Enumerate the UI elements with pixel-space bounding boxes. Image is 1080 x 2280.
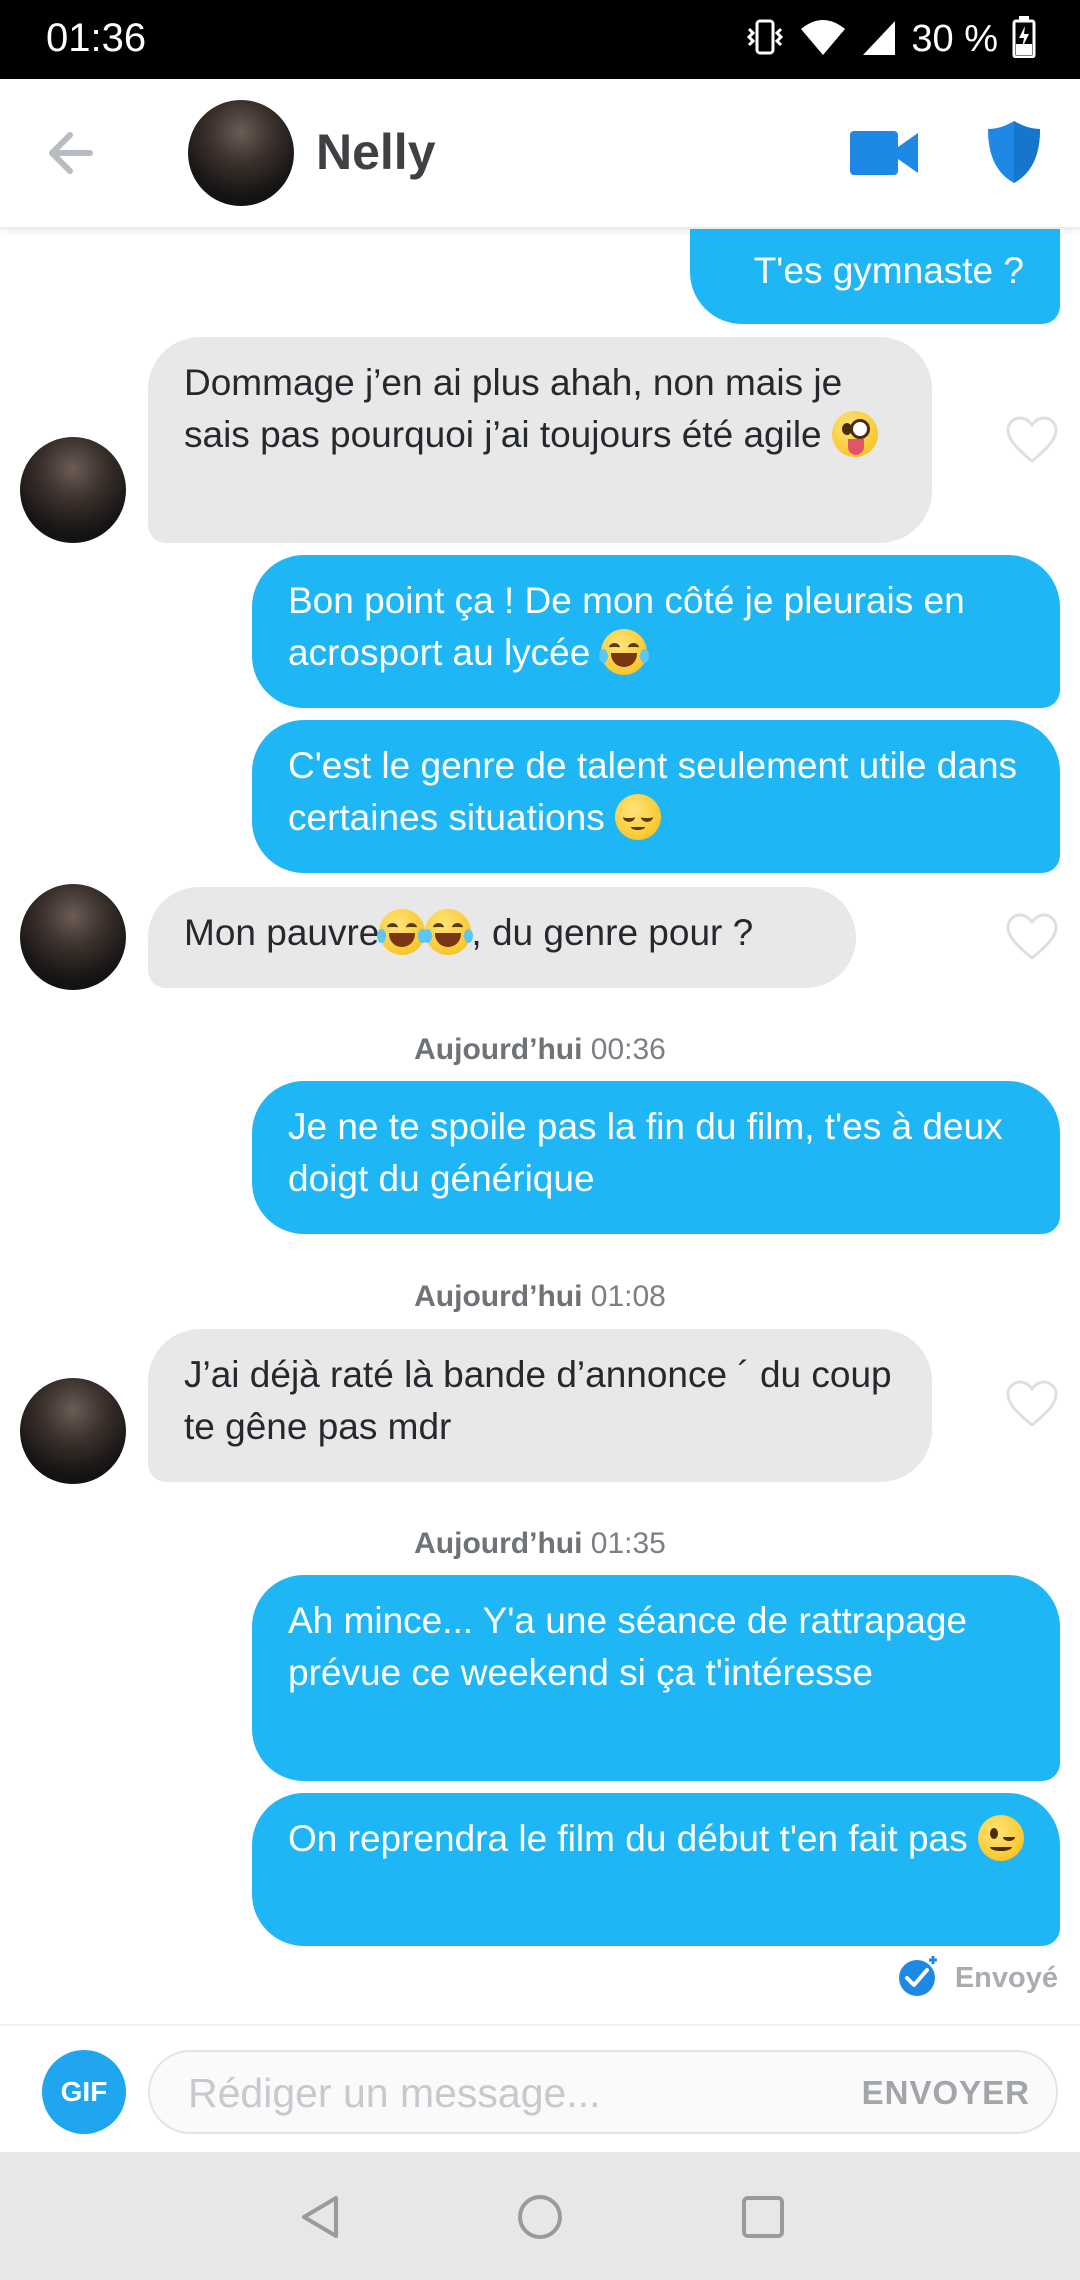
timestamp-divider: Aujourd’hui 00:36 bbox=[0, 1033, 1080, 1067]
timestamp-divider: Aujourd’hui 01:35 bbox=[0, 1527, 1080, 1561]
contact-avatar-small[interactable] bbox=[20, 1378, 126, 1484]
safety-shield-button[interactable] bbox=[986, 119, 1042, 185]
sent-label: Envoyé bbox=[954, 1962, 1058, 1994]
circle-home-icon bbox=[518, 2195, 562, 2239]
timestamp-day: Aujourd’hui bbox=[414, 1033, 583, 1066]
contact-avatar-small[interactable] bbox=[20, 437, 126, 543]
wifi-icon bbox=[799, 17, 847, 62]
message-text: Dommage j’en ai plus ahah, non mais je s… bbox=[184, 362, 843, 455]
message-bubble-outgoing[interactable]: C'est le genre de talent seulement utile… bbox=[252, 720, 1060, 873]
video-camera-icon bbox=[850, 131, 918, 175]
nav-home-button[interactable] bbox=[515, 2192, 565, 2242]
battery-percent: 30 % bbox=[911, 17, 998, 60]
message-bubble-outgoing[interactable]: Bon point ça ! De mon côté je pleurais e… bbox=[252, 555, 1060, 708]
timestamp-time: 01:35 bbox=[590, 1527, 666, 1560]
message-bubble-incoming[interactable]: J’ai déjà raté là bande d’annonce ´ du c… bbox=[148, 1329, 932, 1482]
message-bubble-outgoing[interactable]: Ah mince... Y'a une séance de rattrapage… bbox=[252, 1575, 1060, 1781]
back-arrow-icon bbox=[49, 132, 93, 174]
message-text: Mon pauvre bbox=[184, 912, 380, 953]
heart-like-icon[interactable] bbox=[1005, 415, 1059, 465]
status-time: 01:36 bbox=[46, 16, 147, 60]
message-text: , du genre pour ? bbox=[471, 912, 754, 953]
square-recents-icon bbox=[742, 2196, 784, 2238]
timestamp-day: Aujourd’hui bbox=[414, 1527, 583, 1560]
chat-header: Nelly bbox=[0, 79, 1080, 229]
message-input-placeholder: Rédiger un message... bbox=[188, 2070, 601, 2116]
send-button[interactable]: ENVOYER bbox=[862, 2074, 1030, 2112]
heart-like-icon[interactable] bbox=[1005, 1379, 1059, 1429]
message-bubble-incoming[interactable]: Dommage j’en ai plus ahah, non mais je s… bbox=[148, 337, 932, 543]
chat-screen: 01:36 30 % Nelly T'es gymnaste ? Dommage… bbox=[0, 0, 1080, 2280]
contact-name[interactable]: Nelly bbox=[316, 123, 436, 181]
battery-icon bbox=[1012, 15, 1036, 63]
video-call-button[interactable] bbox=[848, 125, 920, 181]
message-bubble-incoming[interactable]: Mon pauvre , du genre pour ? bbox=[148, 887, 856, 988]
message-text: J’ai déjà raté là bande d’annonce ´ du c… bbox=[184, 1354, 892, 1447]
tears-of-joy-emoji bbox=[423, 909, 474, 955]
relieved-face-emoji bbox=[615, 794, 662, 840]
timestamp-time: 01:08 bbox=[590, 1280, 666, 1313]
contact-avatar[interactable] bbox=[188, 100, 294, 206]
shield-icon bbox=[988, 121, 1040, 183]
timestamp-divider: Aujourd’hui 01:08 bbox=[0, 1280, 1080, 1314]
message-text: Je ne te spoile pas la fin du film, t'es… bbox=[288, 1106, 1003, 1199]
status-icons: 30 % bbox=[745, 14, 1036, 64]
contact-avatar-small[interactable] bbox=[20, 884, 126, 990]
gif-button[interactable]: GIF bbox=[42, 2050, 126, 2134]
system-nav-bar bbox=[0, 2152, 1080, 2280]
zany-face-emoji bbox=[831, 411, 878, 457]
heart-like-icon[interactable] bbox=[1005, 912, 1059, 962]
nav-recents-button[interactable] bbox=[738, 2192, 788, 2242]
message-text: Ah mince... Y'a une séance de rattrapage… bbox=[288, 1600, 967, 1693]
message-bubble-outgoing[interactable]: On reprendra le film du début t'en fait … bbox=[252, 1793, 1060, 1946]
timestamp-day: Aujourd’hui bbox=[414, 1280, 583, 1313]
message-text: On reprendra le film du début t'en fait … bbox=[288, 1818, 968, 1859]
message-thread[interactable]: T'es gymnaste ? Dommage j’en ai plus aha… bbox=[0, 229, 1080, 2024]
message-composer: GIF Rédiger un message... ENVOYER bbox=[0, 2024, 1080, 2152]
timestamp-time: 00:36 bbox=[590, 1033, 666, 1066]
tears-of-joy-emoji bbox=[377, 909, 428, 955]
message-bubble-outgoing[interactable]: T'es gymnaste ? bbox=[690, 229, 1060, 324]
delivery-status: Envoyé bbox=[897, 1954, 1058, 2003]
nav-back-button[interactable] bbox=[296, 2192, 346, 2242]
winking-face-emoji bbox=[977, 1815, 1024, 1861]
tears-of-joy-emoji bbox=[598, 629, 649, 675]
message-bubble-outgoing[interactable]: Je ne te spoile pas la fin du film, t'es… bbox=[252, 1081, 1060, 1234]
signal-icon bbox=[861, 17, 897, 62]
message-input[interactable]: Rédiger un message... ENVOYER bbox=[148, 2050, 1058, 2134]
sent-check-icon bbox=[897, 1954, 941, 2003]
message-text: T'es gymnaste ? bbox=[753, 250, 1024, 291]
back-button[interactable] bbox=[42, 121, 106, 185]
triangle-back-icon bbox=[302, 2196, 338, 2238]
vibrate-icon bbox=[745, 17, 785, 62]
status-bar: 01:36 30 % bbox=[0, 0, 1080, 79]
